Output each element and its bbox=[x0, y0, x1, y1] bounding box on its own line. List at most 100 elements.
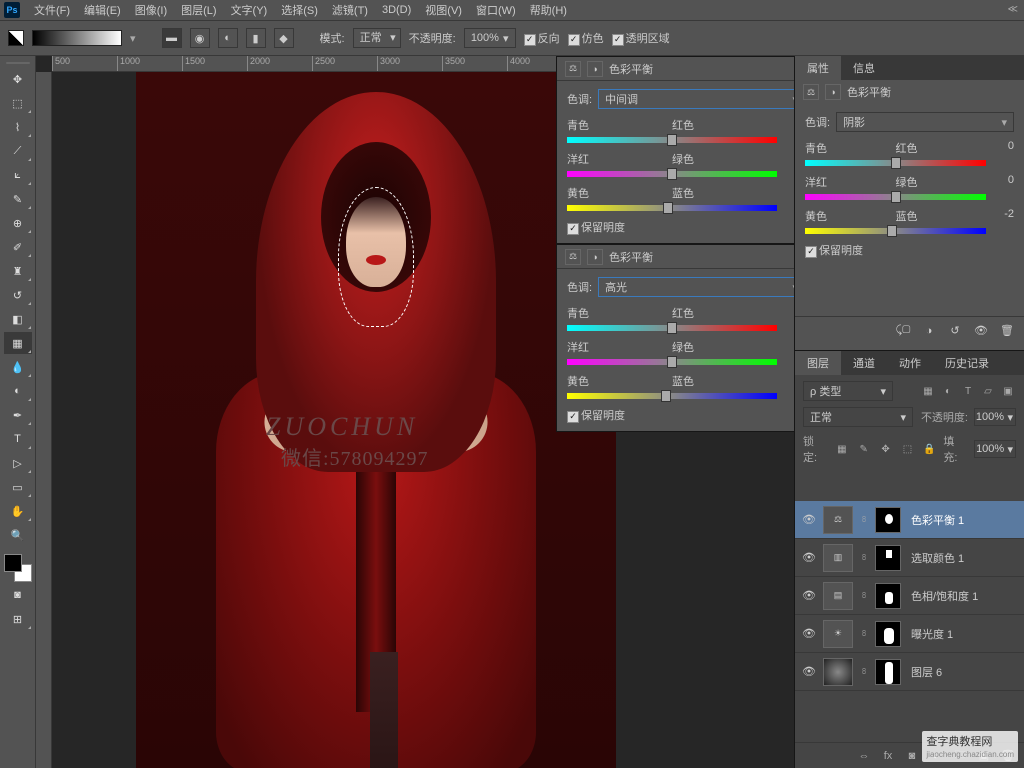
zoom-tool[interactable]: 🔍 bbox=[4, 524, 32, 546]
gradient-diamond-icon[interactable]: ◆ bbox=[274, 28, 294, 48]
visibility-icon[interactable]: 👁 bbox=[972, 323, 990, 339]
layer-name[interactable]: 色彩平衡 1 bbox=[907, 512, 1018, 528]
menu-help[interactable]: 帮助(H) bbox=[524, 0, 573, 20]
foreground-color-swatch[interactable] bbox=[4, 554, 22, 572]
layer-name[interactable]: 图层 6 bbox=[907, 664, 1018, 680]
filter-type-icon[interactable]: T bbox=[960, 383, 976, 399]
visibility-icon[interactable]: 👁 bbox=[801, 588, 817, 604]
layer-mask-thumb[interactable] bbox=[875, 621, 901, 647]
fill-value[interactable]: 100% bbox=[974, 440, 1016, 458]
lock-transparent-icon[interactable]: ▦ bbox=[834, 441, 850, 457]
opacity-value[interactable]: 100%▾ bbox=[464, 28, 516, 48]
layer-thumb[interactable]: ⚖ bbox=[823, 506, 853, 534]
quickmask-tool[interactable]: ◙ bbox=[4, 584, 32, 606]
pen-tool[interactable]: ✒ bbox=[4, 404, 32, 426]
prev-state-icon[interactable]: ◑ bbox=[920, 323, 938, 339]
slider-yellow-blue[interactable]: 黄色蓝色-2 bbox=[805, 208, 1014, 234]
slider-cyan-red[interactable]: 青色红色0 bbox=[567, 117, 794, 143]
layer-thumb[interactable]: ▥ bbox=[823, 544, 853, 572]
menu-type[interactable]: 文字(Y) bbox=[225, 0, 274, 20]
layer-row[interactable]: 👁 ☀ 𝟾 曝光度 1 bbox=[795, 615, 1024, 653]
shape-tool[interactable]: ▭ bbox=[4, 476, 32, 498]
filter-pixel-icon[interactable]: ▦ bbox=[920, 383, 936, 399]
blur-tool[interactable]: 💧 bbox=[4, 356, 32, 378]
link-icon[interactable]: 𝟾 bbox=[859, 590, 869, 601]
tab-channels[interactable]: 通道 bbox=[841, 351, 887, 375]
slider-cyan-red[interactable]: 青色红色0 bbox=[805, 140, 1014, 166]
trash-icon[interactable]: 🗑 bbox=[998, 323, 1016, 339]
gradient-reflected-icon[interactable]: ▮ bbox=[246, 28, 266, 48]
tab-actions[interactable]: 动作 bbox=[887, 351, 933, 375]
layer-mask-thumb[interactable] bbox=[875, 583, 901, 609]
gradient-angle-icon[interactable]: ◐ bbox=[218, 28, 238, 48]
layer-opacity-value[interactable]: 100% bbox=[974, 408, 1016, 426]
gradient-tool[interactable]: ▦ bbox=[4, 332, 32, 354]
tone-select-high[interactable]: 高光 bbox=[598, 277, 794, 297]
menu-3d[interactable]: 3D(D) bbox=[376, 2, 417, 18]
quick-select-tool[interactable]: ⟋ bbox=[4, 140, 32, 162]
slider-yellow-blue[interactable]: 黄色蓝色-3 bbox=[567, 185, 794, 211]
menu-select[interactable]: 选择(S) bbox=[275, 0, 324, 20]
filter-smart-icon[interactable]: ▣ bbox=[1000, 383, 1016, 399]
tab-properties[interactable]: 属性 bbox=[795, 56, 841, 80]
move-tool[interactable]: ✥ bbox=[4, 68, 32, 90]
slider-yellow-blue[interactable]: 黄色蓝色-4 bbox=[567, 373, 794, 399]
menu-view[interactable]: 视图(V) bbox=[419, 0, 468, 20]
brush-tool[interactable]: ✐ bbox=[4, 236, 32, 258]
layer-thumb[interactable]: ☀ bbox=[823, 620, 853, 648]
preserve-luminosity-check[interactable]: ✓保留明度 bbox=[567, 410, 625, 422]
layer-name[interactable]: 色相/饱和度 1 bbox=[907, 588, 1018, 604]
eraser-tool[interactable]: ◧ bbox=[4, 308, 32, 330]
dodge-tool[interactable]: ◐ bbox=[4, 380, 32, 402]
link-layers-icon[interactable]: ⇔ bbox=[856, 748, 872, 764]
layer-row[interactable]: 👁 ▤ 𝟾 色相/饱和度 1 bbox=[795, 577, 1024, 615]
layer-row[interactable]: 👁 𝟾 图层 6 bbox=[795, 653, 1024, 691]
layer-fx-icon[interactable]: fx bbox=[880, 748, 896, 764]
transparency-checkbox[interactable]: ✓透明区域 bbox=[612, 30, 670, 46]
tab-layers[interactable]: 图层 bbox=[795, 351, 841, 375]
visibility-icon[interactable]: 👁 bbox=[801, 626, 817, 642]
tone-select-shadow[interactable]: 阴影 bbox=[836, 112, 1014, 132]
visibility-icon[interactable]: 👁 bbox=[801, 550, 817, 566]
eyedropper-tool[interactable]: ✎ bbox=[4, 188, 32, 210]
layer-thumb[interactable] bbox=[823, 658, 853, 686]
menu-filter[interactable]: 滤镜(T) bbox=[326, 0, 374, 20]
menu-edit[interactable]: 编辑(E) bbox=[78, 0, 127, 20]
filter-adjust-icon[interactable]: ◐ bbox=[940, 383, 956, 399]
gradient-picker[interactable] bbox=[32, 30, 122, 46]
hand-tool[interactable]: ✋ bbox=[4, 500, 32, 522]
toolbar-handle[interactable] bbox=[6, 60, 30, 66]
layer-filter-select[interactable]: ρ 类型 bbox=[803, 381, 893, 401]
layer-mask-thumb[interactable] bbox=[875, 659, 901, 685]
reverse-checkbox[interactable]: ✓反向 bbox=[524, 30, 560, 46]
lock-all-icon[interactable]: 🔒 bbox=[921, 441, 937, 457]
dither-checkbox[interactable]: ✓仿色 bbox=[568, 30, 604, 46]
color-swatches[interactable] bbox=[4, 554, 32, 582]
close-icon[interactable]: ≪ bbox=[1008, 4, 1018, 15]
menu-window[interactable]: 窗口(W) bbox=[470, 0, 522, 20]
reset-icon[interactable]: ↺ bbox=[946, 323, 964, 339]
tab-history[interactable]: 历史记录 bbox=[933, 351, 1001, 375]
preserve-luminosity-check[interactable]: ✓保留明度 bbox=[805, 245, 863, 257]
menu-layer[interactable]: 图层(L) bbox=[175, 0, 222, 20]
lock-position-icon[interactable]: ✥ bbox=[878, 441, 894, 457]
canvas[interactable]: 5001000 15002000 25003000 35004000 4500 … bbox=[36, 56, 794, 768]
stamp-tool[interactable]: ♜ bbox=[4, 260, 32, 282]
lock-pixels-icon[interactable]: ✎ bbox=[856, 441, 872, 457]
slider-cyan-red[interactable]: 青色红色0 bbox=[567, 305, 794, 331]
visibility-icon[interactable]: 👁 bbox=[801, 664, 817, 680]
layer-mask-thumb[interactable] bbox=[875, 507, 901, 533]
type-tool[interactable]: T bbox=[4, 428, 32, 450]
healing-tool[interactable]: ⊕ bbox=[4, 212, 32, 234]
layer-row[interactable]: 👁 ⚖ 𝟾 色彩平衡 1 bbox=[795, 501, 1024, 539]
slider-magenta-green[interactable]: 洋红绿色0 bbox=[567, 339, 794, 365]
menu-file[interactable]: 文件(F) bbox=[28, 0, 76, 20]
screen-mode-tool[interactable]: ⊞ bbox=[4, 608, 32, 630]
layer-name[interactable]: 选取颜色 1 bbox=[907, 550, 1018, 566]
slider-magenta-green[interactable]: 洋红绿色0 bbox=[805, 174, 1014, 200]
history-brush-tool[interactable]: ↺ bbox=[4, 284, 32, 306]
link-icon[interactable]: 𝟾 bbox=[859, 666, 869, 677]
path-select-tool[interactable]: ▷ bbox=[4, 452, 32, 474]
menu-image[interactable]: 图像(I) bbox=[129, 0, 173, 20]
add-mask-icon[interactable]: ◙ bbox=[904, 748, 920, 764]
